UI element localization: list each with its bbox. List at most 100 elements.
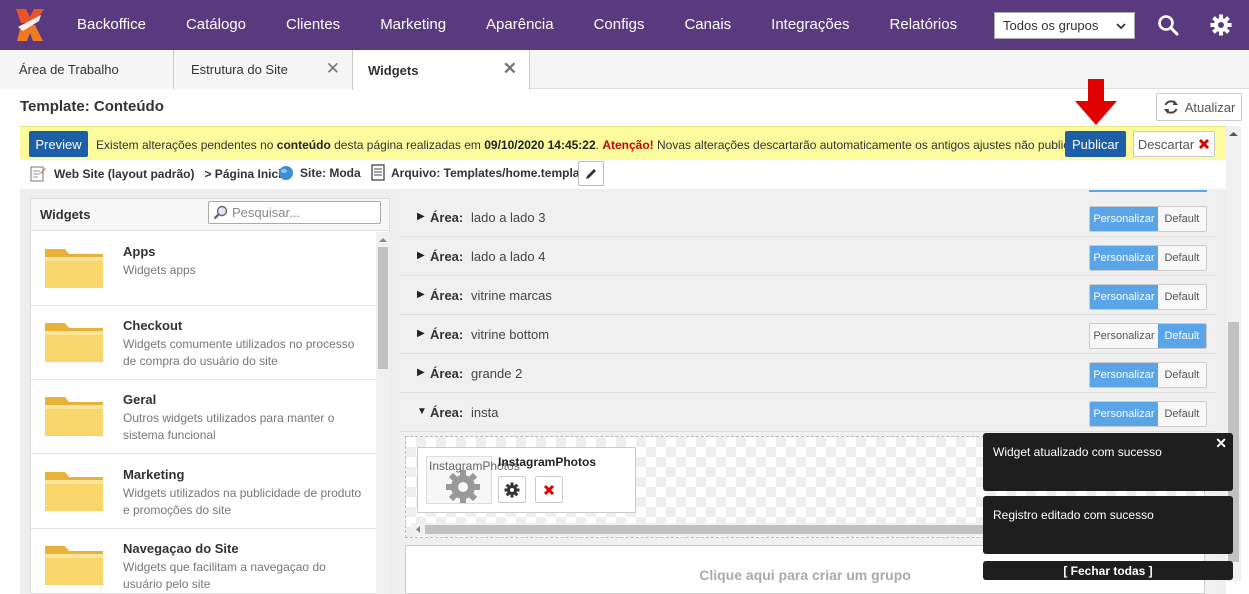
nav-integracoes[interactable]: Integrações bbox=[751, 0, 869, 50]
nav-relatorios[interactable]: Relatórios bbox=[870, 0, 978, 50]
toast-notification: Registro editado com sucesso bbox=[983, 496, 1233, 554]
tab-widgets[interactable]: Widgets ✕ bbox=[352, 50, 530, 90]
globe-icon bbox=[279, 166, 293, 180]
nav-marketing[interactable]: Marketing bbox=[360, 0, 466, 50]
search-placeholder: Pesquisar... bbox=[232, 205, 300, 220]
folder-icon bbox=[45, 397, 103, 436]
collapse-arrow-icon[interactable]: ▼ bbox=[417, 406, 427, 417]
scrollbar-thumb[interactable] bbox=[378, 247, 388, 369]
search-icon[interactable] bbox=[1155, 12, 1181, 38]
default-button[interactable]: Default bbox=[1157, 363, 1206, 387]
personalizar-button[interactable]: Personalizar bbox=[1090, 207, 1158, 231]
widgets-scrollbar[interactable] bbox=[376, 232, 390, 594]
widget-category-desc: Widgets que facilitam a navegaçao do usu… bbox=[123, 560, 326, 591]
widget-category-apps[interactable]: Apps Widgets apps bbox=[31, 232, 376, 306]
expand-arrow-icon[interactable]: ▶ bbox=[417, 328, 425, 339]
area-mode-toggle: Personalizar Default bbox=[1089, 284, 1207, 310]
area-row[interactable]: ▶ Área: grande 2 Personalizar Default bbox=[400, 354, 1216, 393]
area-mode-toggle: Personalizar Default bbox=[1089, 245, 1207, 271]
widgets-title: Widgets bbox=[40, 207, 91, 222]
area-name: vitrine bottom bbox=[471, 327, 550, 342]
area-name: grande 2 bbox=[471, 366, 523, 381]
widget-category-marketing[interactable]: Marketing Widgets utilizados na publicid… bbox=[31, 455, 376, 529]
gear-icon[interactable] bbox=[1208, 12, 1234, 38]
area-name: insta bbox=[471, 405, 499, 420]
publish-button[interactable]: Publicar bbox=[1065, 131, 1126, 157]
widget-remove-button[interactable] bbox=[535, 476, 563, 503]
default-button[interactable]: Default bbox=[1157, 324, 1206, 348]
widget-category-navegacao[interactable]: Navegaçao do Site Widgets que facilitam … bbox=[31, 529, 376, 594]
widget-settings-button[interactable] bbox=[498, 476, 526, 503]
site-label: Site: Moda bbox=[300, 166, 361, 180]
default-button[interactable]: Default bbox=[1157, 207, 1206, 231]
widget-category-desc: Widgets apps bbox=[123, 263, 196, 277]
area-name: lado a lado 3 bbox=[471, 210, 546, 225]
area-row[interactable]: ▶ Área: vitrine bottom Personalizar Defa… bbox=[400, 315, 1216, 354]
notice-content-word: conteúdo bbox=[276, 138, 331, 152]
area-mode-toggle: Personalizar Default bbox=[1089, 323, 1207, 349]
discard-button[interactable]: Descartar bbox=[1133, 131, 1215, 157]
expand-arrow-icon[interactable]: ▶ bbox=[417, 211, 425, 222]
tab-area-de-trabalho[interactable]: Área de Trabalho bbox=[0, 50, 174, 89]
website-label: Web Site (layout padrão) bbox=[54, 166, 195, 181]
scroll-left-icon[interactable] bbox=[413, 523, 423, 536]
nav-clientes[interactable]: Clientes bbox=[266, 0, 360, 50]
nav-aparencia[interactable]: Aparência bbox=[466, 0, 574, 50]
group-select-value: Todos os grupos bbox=[1003, 18, 1099, 33]
area-label: Área: bbox=[430, 405, 464, 420]
tab-label: Estrutura do Site bbox=[191, 62, 288, 77]
toast-notification: Widget atualizado com sucesso ✕ bbox=[983, 433, 1233, 491]
discard-label: Descartar bbox=[1137, 136, 1195, 152]
edit-file-button[interactable] bbox=[578, 161, 604, 186]
personalizar-button[interactable]: Personalizar bbox=[1090, 285, 1158, 309]
nav-configs[interactable]: Configs bbox=[574, 0, 665, 50]
site-info: Site: Moda bbox=[278, 165, 361, 181]
default-button[interactable]: Default bbox=[1157, 285, 1206, 309]
widget-category-checkout[interactable]: Checkout Widgets comumente utilizados no… bbox=[31, 306, 376, 380]
area-label: Área: bbox=[430, 249, 464, 264]
toast-message: Registro editado com sucesso bbox=[993, 508, 1154, 522]
widget-category-name: Checkout bbox=[123, 318, 183, 333]
area-row-expanded[interactable]: ▼ Área: insta Personalizar Default bbox=[400, 393, 1216, 432]
tab-estrutura-do-site[interactable]: Estrutura do Site ✕ bbox=[174, 50, 353, 89]
nav-canais[interactable]: Canais bbox=[664, 0, 751, 50]
widget-category-name: Marketing bbox=[123, 467, 185, 482]
search-icon bbox=[213, 205, 228, 220]
group-select[interactable]: Todos os grupos bbox=[994, 12, 1135, 39]
widget-card-instagram[interactable]: InstagramPhotos InstagramPhotos bbox=[417, 447, 636, 513]
refresh-button[interactable]: Atualizar bbox=[1156, 93, 1242, 121]
area-row[interactable]: ▶ Área: lado a lado 4 Personalizar Defau… bbox=[400, 237, 1216, 276]
tab-bar: Área de Trabalho Estrutura do Site ✕ Wid… bbox=[0, 50, 1249, 90]
expand-arrow-icon[interactable]: ▶ bbox=[417, 289, 425, 300]
personalizar-button[interactable]: Personalizar bbox=[1090, 324, 1158, 348]
personalizar-button[interactable]: Personalizar bbox=[1090, 402, 1158, 426]
file-label: Arquivo: Templates/home.template bbox=[391, 165, 591, 180]
nav-catalogo[interactable]: Catálogo bbox=[166, 0, 266, 50]
widget-search-input[interactable]: Pesquisar... bbox=[208, 201, 381, 224]
scroll-up-icon[interactable] bbox=[1226, 129, 1241, 139]
gear-icon bbox=[504, 482, 520, 497]
scrollbar-thumb[interactable] bbox=[425, 525, 985, 534]
expand-arrow-icon[interactable]: ▶ bbox=[417, 250, 425, 261]
default-button[interactable]: Default bbox=[1157, 402, 1206, 426]
document-edit-icon bbox=[30, 166, 46, 182]
personalizar-button[interactable]: Personalizar bbox=[1090, 363, 1158, 387]
preview-button[interactable]: Preview bbox=[29, 131, 88, 157]
close-icon[interactable]: ✕ bbox=[1215, 435, 1227, 452]
widget-category-geral[interactable]: Geral Outros widgets utilizados para man… bbox=[31, 380, 376, 454]
brand-logo[interactable] bbox=[0, 0, 60, 50]
template-info-bar: Web Site (layout padrão) > Página Inicia… bbox=[20, 160, 1226, 188]
close-icon[interactable]: ✕ bbox=[503, 59, 517, 79]
default-button[interactable]: Default bbox=[1157, 246, 1206, 270]
area-toggle-partial bbox=[1089, 190, 1207, 192]
expand-arrow-icon[interactable]: ▶ bbox=[417, 367, 425, 378]
close-all-toasts-button[interactable]: [ Fechar todas ] bbox=[983, 561, 1233, 580]
chevron-down-icon bbox=[1116, 22, 1126, 29]
close-icon[interactable]: ✕ bbox=[326, 59, 340, 79]
personalizar-button[interactable]: Personalizar bbox=[1090, 246, 1158, 270]
nav-backoffice[interactable]: Backoffice bbox=[60, 0, 166, 50]
area-row[interactable]: ▶ Área: vitrine marcas Personalizar Defa… bbox=[400, 276, 1216, 315]
widget-category-desc: Outros widgets utilizados para manter o … bbox=[123, 411, 335, 442]
area-row[interactable]: ▶ Área: lado a lado 3 Personalizar Defau… bbox=[400, 198, 1216, 237]
scroll-up-icon[interactable] bbox=[376, 235, 390, 245]
